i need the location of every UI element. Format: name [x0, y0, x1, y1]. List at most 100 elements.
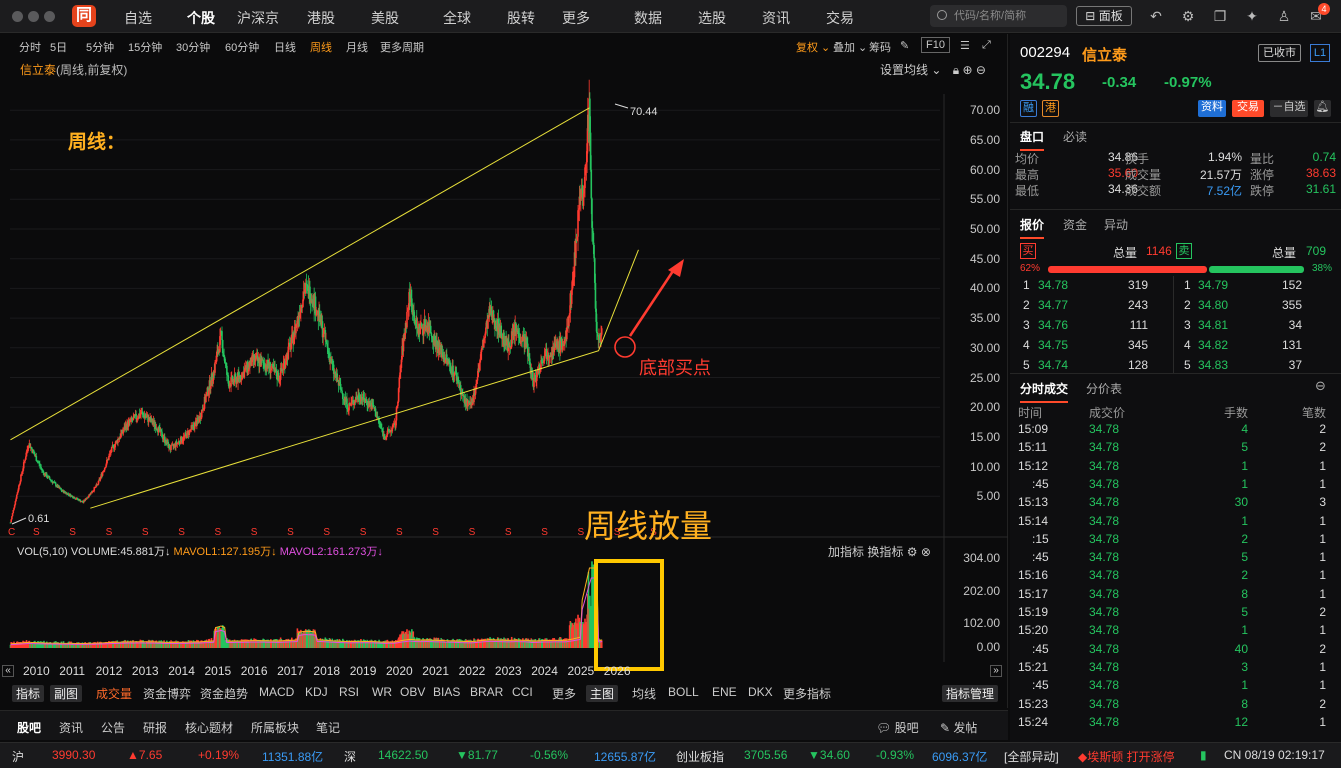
indicator-5[interactable]: MACD: [259, 685, 294, 699]
indicator-7[interactable]: RSI: [339, 685, 359, 699]
nav-item-9[interactable]: 选股: [698, 8, 726, 28]
ask-price[interactable]: 34.79: [1198, 278, 1228, 292]
pankou-cell: 1.94%: [1207, 150, 1242, 164]
tab-bidu[interactable]: 必读: [1063, 128, 1087, 145]
ask-price[interactable]: 34.83: [1198, 358, 1228, 372]
profile-button[interactable]: 资料: [1198, 100, 1226, 117]
indicator-0[interactable]: 指标: [12, 685, 45, 702]
window-controls[interactable]: [12, 11, 60, 25]
assistant-icon[interactable]: ✦: [1244, 8, 1260, 24]
indicator-9[interactable]: OBV: [400, 685, 425, 699]
indicator-10[interactable]: BIAS: [433, 685, 460, 699]
nav-item-10[interactable]: 资讯: [762, 8, 790, 28]
window-icon[interactable]: ❐: [1212, 8, 1228, 24]
post-button[interactable]: ✎ 发帖: [940, 719, 977, 736]
nav-item-1[interactable]: 个股: [187, 8, 215, 36]
tab-quote[interactable]: 报价: [1020, 216, 1045, 239]
remove-watchlist-button[interactable]: －自选: [1270, 100, 1308, 117]
indicator-13[interactable]: 更多: [552, 685, 576, 702]
ask-level: 5: [1184, 358, 1191, 372]
app-logo-icon[interactable]: 同: [72, 5, 96, 27]
level-badge[interactable]: L1: [1310, 44, 1330, 62]
bid-price[interactable]: 34.78: [1038, 278, 1068, 292]
nav-item-4[interactable]: 美股: [371, 8, 399, 28]
indicator-14[interactable]: 主图: [586, 685, 619, 702]
margin-tag[interactable]: 融: [1020, 100, 1037, 117]
chart-area[interactable]: 分时 5日 5分钟 15分钟 30分钟 60分钟 日线 周线 月线 更多周期 复权 ⌄ 叠加 ⌄ …: [0, 34, 1008, 708]
indicator-18[interactable]: DKX: [748, 685, 773, 699]
indicator-8[interactable]: WR: [372, 685, 392, 699]
tab-funds[interactable]: 资金: [1063, 216, 1087, 233]
candle-body: [322, 333, 325, 338]
ask-price[interactable]: 34.80: [1198, 298, 1228, 312]
bid-price[interactable]: 34.75: [1038, 338, 1068, 352]
alert-filter[interactable]: [全部异动]: [1004, 748, 1059, 765]
trade-button[interactable]: 交易: [1232, 100, 1264, 117]
indicator-4[interactable]: 资金趋势: [200, 685, 248, 702]
tab-anomaly[interactable]: 异动: [1104, 216, 1128, 233]
news-ticker[interactable]: ◆埃斯顿 打开涨停: [1078, 748, 1175, 765]
scroll-left-icon[interactable]: «: [2, 665, 14, 677]
indicator-3[interactable]: 资金博弈: [143, 685, 191, 702]
nav-item-5[interactable]: 全球: [443, 8, 471, 28]
nav-item-0[interactable]: 自选: [124, 8, 152, 28]
indicator-2[interactable]: 成交量: [96, 685, 132, 702]
tab-ticks[interactable]: 分时成交: [1020, 380, 1069, 403]
s-marker: S: [178, 527, 185, 538]
nav-item-8[interactable]: 数据: [634, 8, 662, 28]
pankou-cell: 7.52亿: [1206, 184, 1242, 198]
tick-cell: 1: [1319, 550, 1326, 565]
user-icon[interactable]: ♙: [1276, 8, 1292, 24]
bottom-tab-5[interactable]: 所属板块: [251, 719, 299, 736]
nav-item-11[interactable]: 交易: [826, 8, 854, 28]
sz-label[interactable]: 深: [344, 748, 356, 765]
ask-price[interactable]: 34.82: [1198, 338, 1228, 352]
indicator-1[interactable]: 副图: [50, 685, 83, 702]
bid-price[interactable]: 34.77: [1038, 298, 1068, 312]
clock: CN 08/19 02:19:17: [1224, 748, 1325, 762]
panel-button[interactable]: ⊟ 面板: [1076, 6, 1132, 26]
collapse-icon[interactable]: ⊖: [1315, 378, 1326, 394]
scroll-right-icon[interactable]: »: [990, 665, 1002, 677]
indicator-20[interactable]: 指标管理: [942, 685, 999, 702]
nav-item-6[interactable]: 股转: [507, 8, 535, 28]
sh-label[interactable]: 沪: [12, 748, 24, 765]
back-icon[interactable]: ↶: [1148, 8, 1164, 24]
bid-price[interactable]: 34.74: [1038, 358, 1068, 372]
indicator-actions[interactable]: 加指标 换指标 ⚙ ⊗: [828, 543, 931, 560]
bottom-tab-1[interactable]: 资讯: [59, 719, 83, 736]
tick-cell: 8: [1241, 696, 1248, 711]
tab-price-table[interactable]: 分价表: [1086, 380, 1122, 397]
year-tick: 2012: [95, 664, 123, 678]
guba-button[interactable]: 💬︎ 股吧: [876, 719, 919, 736]
indicator-16[interactable]: BOLL: [668, 685, 699, 699]
bell-icon[interactable]: 🔔︎: [1314, 100, 1331, 117]
kline-chart[interactable]: S S S S S S S S S S S S S S S S S SC周线：底部买点周线放量70.440.61: [0, 34, 1008, 708]
indicator-15[interactable]: 均线: [632, 685, 656, 702]
indicator-12[interactable]: CCI: [512, 685, 533, 699]
indicator-17[interactable]: ENE: [712, 685, 737, 699]
search-input[interactable]: 代码/名称/简称: [930, 5, 1067, 27]
bottom-tab-3[interactable]: 研报: [143, 719, 167, 736]
price-tick: 50.00: [969, 222, 1000, 236]
bottom-tab-6[interactable]: 笔记: [316, 719, 340, 736]
hk-connect-tag[interactable]: 港: [1042, 100, 1059, 117]
settings-icon[interactable]: ⚙: [1180, 8, 1196, 24]
indicator-19[interactable]: 更多指标: [783, 685, 831, 702]
nav-item-7[interactable]: 更多: [562, 8, 590, 28]
bid-price[interactable]: 34.76: [1038, 318, 1068, 332]
nav-item-2[interactable]: 沪深京: [237, 8, 279, 28]
indicator-6[interactable]: KDJ: [305, 685, 328, 699]
nav-item-3[interactable]: 港股: [307, 8, 335, 28]
bottom-tab-4[interactable]: 核心题材: [185, 719, 233, 736]
cy-label[interactable]: 创业板指: [676, 748, 724, 765]
tab-pankou[interactable]: 盘口: [1020, 128, 1045, 151]
indicator-11[interactable]: BRAR: [470, 685, 503, 699]
pankou-cell: 涨停: [1250, 168, 1275, 182]
bottom-tab-0[interactable]: 股吧: [17, 719, 42, 744]
bottom-tab-2[interactable]: 公告: [101, 719, 125, 736]
ask-price[interactable]: 34.81: [1198, 318, 1228, 332]
candle-body: [25, 456, 27, 460]
s-marker: S: [251, 527, 258, 538]
tick-cell: 15:16: [1018, 568, 1049, 583]
